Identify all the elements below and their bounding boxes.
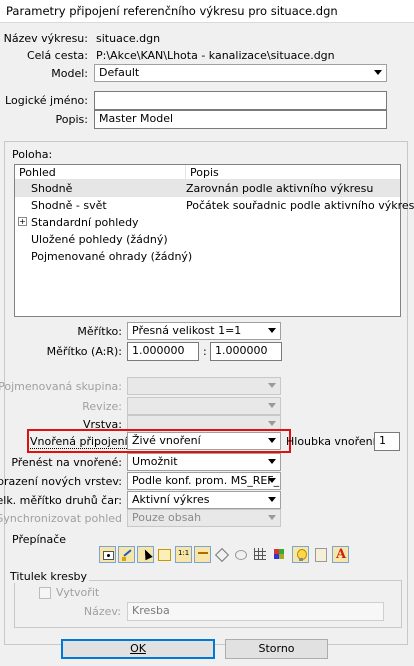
sync-label: Synchronizovat pohled bbox=[0, 512, 122, 525]
titulek-title: Titulek kresby bbox=[8, 570, 90, 583]
ok-button[interactable]: OK bbox=[61, 639, 215, 659]
celk-value: Aktivní výkres bbox=[132, 493, 210, 506]
list-item[interactable]: Shodně Zarovnán podle aktivního výkresu bbox=[15, 180, 400, 197]
titulek-nazev-input[interactable]: Kresba bbox=[127, 602, 384, 621]
prenest-value: Umožnit bbox=[132, 455, 178, 468]
hloubka-label: Hloubka vnoření: bbox=[286, 435, 380, 448]
nazev-label: Název výkresu: bbox=[3, 32, 88, 45]
reference-icon[interactable] bbox=[214, 546, 231, 563]
revize-label: Revize: bbox=[82, 400, 122, 413]
list-item-desc: Zarovnán podle aktivního výkresu bbox=[186, 182, 374, 195]
titulek-nazev-label: Název: bbox=[83, 605, 121, 618]
display-icon[interactable] bbox=[99, 546, 116, 563]
snap-icon[interactable] bbox=[118, 546, 135, 563]
poloha-title: Poloha: bbox=[12, 148, 53, 161]
locate-icon[interactable] bbox=[137, 546, 154, 563]
model-value: Default bbox=[99, 66, 140, 79]
meritko-a-input[interactable]: 1.000000 bbox=[127, 342, 199, 361]
meritko-ar-label: Měřítko (A:R): bbox=[46, 345, 122, 358]
list-item-name: Shodně bbox=[31, 182, 73, 195]
skupina-select[interactable] bbox=[127, 377, 281, 395]
chevron-down-icon bbox=[268, 515, 276, 520]
revize-select[interactable] bbox=[127, 397, 281, 415]
title-bar: Parametry připojení referenčního výkresu… bbox=[0, 0, 414, 23]
column-header-popis[interactable]: Popis bbox=[185, 165, 400, 180]
chevron-down-icon bbox=[268, 478, 276, 483]
chevron-down-icon bbox=[268, 497, 276, 502]
model-select[interactable]: Default bbox=[94, 64, 387, 82]
sync-value: Pouze obsah bbox=[132, 511, 202, 524]
celk-label: Celk. měřítko druhů čar: bbox=[0, 494, 122, 507]
vytvorit-label: Vytvořit bbox=[56, 586, 100, 599]
model-label: Model: bbox=[51, 67, 88, 80]
nazev-value: situace.dgn bbox=[96, 32, 161, 45]
meritko-r-input[interactable]: 1.000000 bbox=[210, 342, 282, 361]
chevron-down-icon bbox=[268, 421, 276, 426]
clip-icon[interactable] bbox=[156, 546, 173, 563]
highlight-box bbox=[27, 429, 291, 453]
zobrazeni-label: Zobrazení nových vrstev: bbox=[0, 475, 122, 488]
poloha-list[interactable]: Pohled Popis Shodně Zarovnán podle aktiv… bbox=[14, 164, 414, 317]
zobrazeni-value: Podle konf. prom. MS_REF_N bbox=[132, 474, 281, 487]
list-item[interactable]: Uložené pohledy (žádný) bbox=[15, 231, 400, 248]
grid-icon[interactable] bbox=[252, 546, 269, 563]
window-title: Parametry připojení referenčního výkresu… bbox=[6, 4, 338, 18]
line-style-icon[interactable] bbox=[194, 546, 211, 563]
chevron-down-icon bbox=[268, 459, 276, 464]
ok-label: OK bbox=[130, 642, 146, 655]
template-icon[interactable] bbox=[312, 546, 329, 563]
chevron-down-icon bbox=[268, 328, 276, 333]
ratio-separator: : bbox=[203, 345, 207, 358]
hloubka-input[interactable]: 1 bbox=[374, 432, 400, 451]
treat-as-element-icon[interactable] bbox=[232, 546, 249, 563]
list-item-name: Standardní pohledy bbox=[31, 216, 139, 229]
prepinace-title: Přepínače bbox=[12, 533, 67, 546]
cesta-label: Celá cesta: bbox=[26, 49, 88, 62]
celk-select[interactable]: Aktivní výkres bbox=[127, 491, 281, 509]
color-table-icon[interactable] bbox=[272, 546, 289, 563]
logicke-input[interactable] bbox=[94, 91, 387, 110]
list-item[interactable]: Pojmenované ohrady (žádný) bbox=[15, 248, 400, 265]
meritko-label: Měřítko: bbox=[77, 325, 122, 338]
prenest-select[interactable]: Umožnit bbox=[127, 453, 281, 471]
cesta-value: P:\Akce\KAN\Lhota - kanalizace\situace.d… bbox=[96, 49, 335, 62]
list-item[interactable]: + Standardní pohledy bbox=[15, 214, 400, 231]
expand-icon[interactable]: + bbox=[18, 217, 27, 226]
popis-label: Popis: bbox=[55, 113, 88, 126]
sync-select[interactable]: Pouze obsah bbox=[127, 509, 281, 527]
chevron-down-icon bbox=[268, 403, 276, 408]
storno-button[interactable]: Storno bbox=[225, 639, 328, 659]
list-item-name: Pojmenované ohrady (žádný) bbox=[31, 250, 193, 263]
vytvorit-checkbox[interactable] bbox=[39, 587, 51, 599]
popis-input[interactable]: Master Model bbox=[94, 110, 387, 129]
lightbulb-icon[interactable] bbox=[292, 546, 309, 563]
chevron-down-icon bbox=[268, 383, 276, 388]
column-header-pohled[interactable]: Pohled bbox=[15, 165, 185, 180]
list-item-desc: Počátek souřadnic podle aktivního výkres… bbox=[186, 199, 414, 212]
skupina-label: Pojmenovaná skupina: bbox=[0, 380, 122, 393]
prenest-label: Přenést na vnořené: bbox=[11, 456, 122, 469]
list-item[interactable]: Shodně - svět Počátek souřadnic podle ak… bbox=[15, 197, 414, 214]
annotation-icon[interactable]: A bbox=[332, 546, 349, 563]
logicke-label: Logické jméno: bbox=[5, 94, 88, 107]
meritko-value: Přesná velikost 1=1 bbox=[132, 324, 242, 337]
list-item-name: Shodně - svět bbox=[31, 199, 107, 212]
scale-lines-icon[interactable]: 1:1 bbox=[175, 546, 192, 563]
meritko-select[interactable]: Přesná velikost 1=1 bbox=[127, 322, 281, 340]
list-item-name: Uložené pohledy (žádný) bbox=[31, 233, 168, 246]
zobrazeni-select[interactable]: Podle konf. prom. MS_REF_N bbox=[127, 472, 281, 490]
chevron-down-icon bbox=[374, 70, 382, 75]
